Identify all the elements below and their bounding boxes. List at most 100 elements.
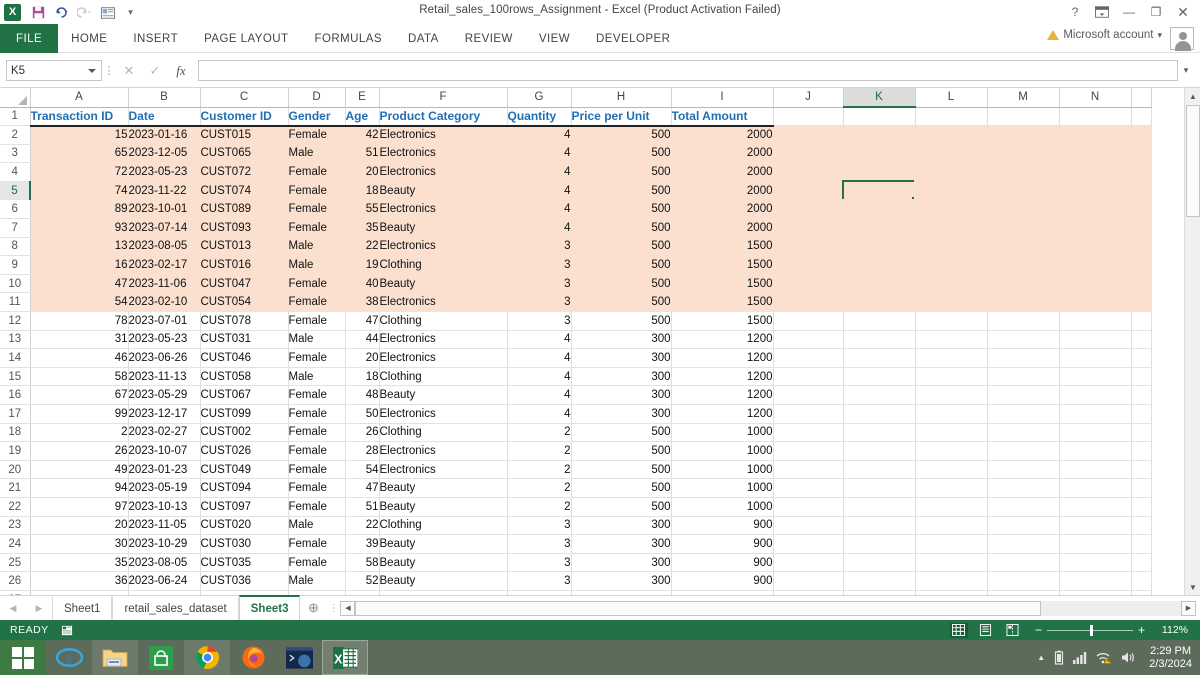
cell-partial-10[interactable] [1131, 274, 1152, 294]
cell-partial-12[interactable] [1131, 311, 1152, 331]
cell-E24[interactable]: 39 [345, 534, 380, 554]
cell-I5[interactable]: 2000 [671, 181, 774, 201]
tab-home[interactable]: HOME [58, 24, 120, 53]
cell-C15[interactable]: CUST058 [200, 367, 289, 387]
cell-A21[interactable]: 94 [30, 478, 129, 498]
cell-partial-15[interactable] [1131, 367, 1152, 387]
cell-C18[interactable]: CUST002 [200, 423, 289, 443]
cell-C10[interactable]: CUST047 [200, 274, 289, 294]
cell-N26[interactable] [1059, 571, 1132, 591]
cell-N6[interactable] [1059, 199, 1132, 220]
cell-D17[interactable]: Female [288, 404, 346, 424]
tab-review[interactable]: REVIEW [452, 24, 526, 53]
cell-H17[interactable]: 300 [571, 404, 672, 424]
cell-B9[interactable]: 2023-02-17 [128, 255, 201, 275]
cell-partial-2[interactable] [1131, 125, 1152, 145]
cell-D26[interactable]: Male [288, 571, 346, 591]
cell-A16[interactable]: 67 [30, 385, 129, 405]
header-cell-product-category[interactable]: Product Category [379, 107, 508, 127]
cell-partial-7[interactable] [1131, 218, 1152, 238]
row-header-23[interactable]: 23 [0, 516, 31, 536]
cell-E18[interactable]: 26 [345, 423, 380, 443]
cell-partial-25[interactable] [1131, 553, 1152, 573]
cell-G11[interactable]: 3 [507, 292, 572, 313]
cell-N4[interactable] [1059, 162, 1132, 182]
cell-A4[interactable]: 72 [30, 162, 129, 182]
cell-A12[interactable]: 78 [30, 311, 129, 331]
cell-M6[interactable] [987, 199, 1060, 220]
store-icon[interactable] [138, 640, 184, 675]
cell-M14[interactable] [987, 348, 1060, 368]
column-header-K[interactable]: K [843, 88, 916, 108]
cell-J23[interactable] [773, 516, 844, 536]
cell-C8[interactable]: CUST013 [200, 237, 289, 257]
add-sheet-icon[interactable]: ⊕ [300, 600, 326, 616]
cell-F8[interactable]: Electronics [379, 237, 508, 257]
cell-B24[interactable]: 2023-10-29 [128, 534, 201, 554]
cell-E26[interactable]: 52 [345, 571, 380, 591]
cell-B17[interactable]: 2023-12-17 [128, 404, 201, 424]
cell-K23[interactable] [843, 516, 916, 536]
column-header-J[interactable]: J [773, 88, 844, 108]
cell-I8[interactable]: 1500 [671, 237, 774, 257]
cell-A19[interactable]: 26 [30, 441, 129, 461]
cell-C16[interactable]: CUST067 [200, 385, 289, 405]
cell-B20[interactable]: 2023-01-23 [128, 460, 201, 480]
cell-J9[interactable] [773, 255, 844, 275]
cell-C5[interactable]: CUST074 [200, 181, 289, 201]
cell-D16[interactable]: Female [288, 385, 346, 405]
cell-F26[interactable]: Beauty [379, 571, 508, 591]
cell-G2[interactable]: 4 [507, 125, 572, 145]
cell-B18[interactable]: 2023-02-27 [128, 423, 201, 443]
cell-E23[interactable]: 22 [345, 516, 380, 536]
zoom-level-label[interactable]: 112% [1154, 624, 1188, 636]
row-header-25[interactable]: 25 [0, 553, 31, 573]
cell-E22[interactable]: 51 [345, 497, 380, 517]
cell-G9[interactable]: 3 [507, 255, 572, 275]
cell-C14[interactable]: CUST046 [200, 348, 289, 368]
firefox-icon[interactable] [230, 640, 276, 675]
cell-L1[interactable] [915, 107, 988, 127]
cell-partial-4[interactable] [1131, 162, 1152, 182]
tab-view[interactable]: VIEW [526, 24, 583, 53]
show-hidden-icons-button[interactable]: ▲ [1037, 653, 1045, 662]
cell-A14[interactable]: 46 [30, 348, 129, 368]
column-header-G[interactable]: G [507, 88, 572, 108]
cell-C6[interactable]: CUST089 [200, 199, 289, 220]
cell-E13[interactable]: 44 [345, 330, 380, 350]
cell-L16[interactable] [915, 385, 988, 405]
cell-I13[interactable]: 1200 [671, 330, 774, 350]
header-cell-gender[interactable]: Gender [288, 107, 346, 127]
cell-K9[interactable] [843, 255, 916, 275]
row-header-1[interactable]: 1 [0, 107, 31, 127]
cell-J1[interactable] [773, 107, 844, 127]
cell-G15[interactable]: 4 [507, 367, 572, 387]
cell-K7[interactable] [843, 218, 916, 238]
cell-E3[interactable]: 51 [345, 144, 380, 164]
column-header-L[interactable]: L [915, 88, 988, 108]
cell-B15[interactable]: 2023-11-13 [128, 367, 201, 387]
cell-A2[interactable]: 15 [30, 125, 129, 145]
cell-partial-17[interactable] [1131, 404, 1152, 424]
cell-L19[interactable] [915, 441, 988, 461]
action-center-warning-icon[interactable] [1096, 651, 1112, 665]
zoom-slider[interactable]: − + [1035, 623, 1145, 637]
cell-C3[interactable]: CUST065 [200, 144, 289, 164]
header-cell-transaction-id[interactable]: Transaction ID [30, 107, 129, 127]
scroll-down-icon[interactable]: ▼ [1185, 579, 1200, 595]
cell-D2[interactable]: Female [288, 125, 346, 145]
cell-H15[interactable]: 300 [571, 367, 672, 387]
chrome-icon[interactable] [184, 640, 230, 675]
column-header-I[interactable]: I [671, 88, 774, 108]
cell-M25[interactable] [987, 553, 1060, 573]
cell-D8[interactable]: Male [288, 237, 346, 257]
cell-J7[interactable] [773, 218, 844, 238]
internet-explorer-icon[interactable]: e [46, 640, 92, 675]
cell-H19[interactable]: 500 [571, 441, 672, 461]
cell-M21[interactable] [987, 478, 1060, 498]
cell-H18[interactable]: 500 [571, 423, 672, 443]
scroll-right-icon[interactable]: ▶ [1181, 600, 1196, 616]
cell-J16[interactable] [773, 385, 844, 405]
row-header-17[interactable]: 17 [0, 404, 31, 424]
cell-I2[interactable]: 2000 [671, 125, 774, 145]
